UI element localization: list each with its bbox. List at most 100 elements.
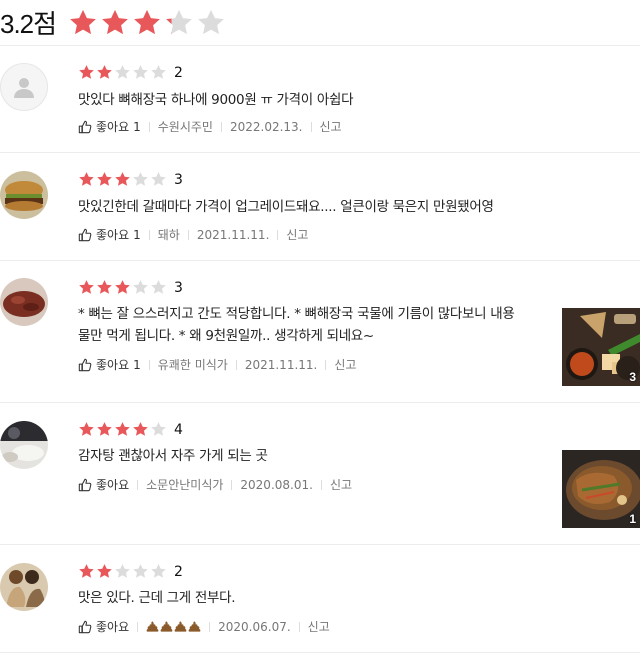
- star-icon: [132, 171, 149, 188]
- avatar[interactable]: [0, 278, 48, 326]
- review-text: 맛있긴한데 갈때마다 가격이 업그레이드돼요.... 얼큰이랑 묵은지 만원됐어…: [78, 196, 494, 218]
- review-stars: 3: [78, 279, 183, 296]
- author-name[interactable]: 유쾌한 미식가: [158, 356, 228, 373]
- star-icon: [132, 421, 149, 438]
- avatar[interactable]: [0, 563, 48, 611]
- review-stars: 3: [78, 171, 183, 188]
- average-score: 3.2점: [0, 9, 57, 39]
- review-date: 2020.08.01.: [240, 477, 313, 492]
- star-icon: [150, 171, 167, 188]
- author-name[interactable]: 수원시주민: [158, 118, 213, 135]
- review-text: 맛은 있다. 근데 그게 전부다.: [78, 587, 236, 609]
- like-count: 1: [133, 119, 141, 134]
- divider: [209, 621, 211, 632]
- avatar[interactable]: [0, 171, 48, 219]
- default-avatar[interactable]: [0, 63, 48, 111]
- like-button[interactable]: 좋아요 1: [78, 356, 141, 373]
- user-silhouette-icon: [14, 78, 34, 98]
- star-icon: [78, 421, 95, 438]
- star-icon: [78, 64, 95, 81]
- review-text: * 뼈는 잘 으스러지고 간도 적당합니다. * 뼈해장국 국물에 기름이 많다…: [78, 303, 515, 347]
- star-icon: [114, 563, 131, 580]
- star-icon: [132, 64, 149, 81]
- star-icon: [78, 279, 95, 296]
- review-date: 2020.06.07.: [218, 619, 291, 634]
- star-icon: [96, 64, 113, 81]
- divider: [277, 229, 279, 240]
- poop-icon: [174, 620, 187, 632]
- review-line: 맛있다 뼈해장국 하나에 9000원 ㅠ 가격이 아쉽다: [78, 92, 354, 108]
- rating-value: 3: [174, 171, 183, 188]
- author-name-emoji[interactable]: [146, 620, 201, 633]
- like-button[interactable]: 좋아요: [78, 476, 129, 493]
- review-date: 2021.11.11.: [244, 357, 318, 372]
- divider: [298, 621, 300, 632]
- review-photo[interactable]: 1: [562, 450, 640, 528]
- meat-photo-icon: [0, 278, 48, 326]
- review-text: 맛있다 뼈해장국 하나에 9000원 ㅠ 가격이 아쉽다: [78, 89, 354, 111]
- review-stars: 2: [78, 64, 183, 81]
- divider: [231, 479, 233, 490]
- star-icon: [132, 563, 149, 580]
- report-link[interactable]: 신고: [308, 618, 330, 635]
- review-meta: 좋아요 소문안난미식가 2020.08.01. 신고: [78, 476, 352, 493]
- report-link[interactable]: 신고: [286, 226, 308, 243]
- thumbs-up-icon: [78, 228, 92, 241]
- poop-icon: [188, 620, 201, 632]
- star-icon: [150, 421, 167, 438]
- photo-count: 1: [629, 512, 636, 526]
- report-link[interactable]: 신고: [320, 118, 342, 135]
- star-icon: [100, 8, 130, 38]
- review-meta: 좋아요 1 유쾌한 미식가 2021.11.11. 신고: [78, 356, 356, 373]
- star-icon: [114, 279, 131, 296]
- rating-value: 4: [174, 421, 183, 438]
- review-photo[interactable]: 3: [562, 308, 640, 386]
- rating-value: 2: [174, 563, 183, 580]
- report-link[interactable]: 신고: [330, 476, 352, 493]
- thumbs-up-icon: [78, 358, 92, 371]
- like-button[interactable]: 좋아요 1: [78, 226, 141, 243]
- divider: [320, 479, 322, 490]
- star-icon: [114, 171, 131, 188]
- star-icon: [132, 8, 162, 38]
- star-icon: [96, 563, 113, 580]
- like-label: 좋아요: [96, 478, 130, 492]
- rating-value: 3: [174, 279, 183, 296]
- people-photo-icon: [0, 563, 48, 611]
- review-line: 감자탕 괜찮아서 자주 가게 되는 곳: [78, 448, 268, 464]
- report-link[interactable]: 신고: [334, 356, 356, 373]
- star-icon: [96, 171, 113, 188]
- thumbs-up-icon: [78, 620, 92, 633]
- review-line: * 뼈는 잘 으스러지고 간도 적당합니다. * 뼈해장국 국물에 기름이 많다…: [78, 306, 515, 322]
- star-icon: [196, 8, 226, 38]
- divider: [220, 121, 222, 132]
- star-icon: [68, 8, 98, 38]
- like-button[interactable]: 좋아요: [78, 618, 129, 635]
- review-item: 2 맛은 있다. 근데 그게 전부다. 좋아요 2020.06.07. 신고: [0, 545, 640, 653]
- thumbs-up-icon: [78, 478, 92, 491]
- star-icon: [114, 421, 131, 438]
- review-item: 3 맛있긴한데 갈때마다 가격이 업그레이드돼요.... 얼큰이랑 묵은지 만원…: [0, 153, 640, 261]
- like-button[interactable]: 좋아요 1: [78, 118, 141, 135]
- avatar[interactable]: [0, 421, 48, 469]
- divider: [325, 359, 327, 370]
- thumbs-up-icon: [78, 120, 92, 133]
- review-meta: 좋아요 1 수원시주민 2022.02.13. 신고: [78, 118, 342, 135]
- star-icon: [78, 171, 95, 188]
- like-label: 좋아요: [96, 228, 130, 242]
- star-icon: [78, 563, 95, 580]
- author-name[interactable]: 소문안난미식가: [146, 476, 223, 493]
- review-text: 감자탕 괜찮아서 자주 가게 되는 곳: [78, 445, 268, 467]
- review-line: 맛은 있다. 근데 그게 전부다.: [78, 590, 236, 606]
- author-name[interactable]: 돼하: [158, 226, 180, 243]
- review-line: 물만 먹게 됩니다. * 왜 9천원일까.. 생각하게 되네요~: [78, 328, 374, 344]
- star-icon: [114, 64, 131, 81]
- average-stars: [68, 8, 226, 38]
- review-stars: 4: [78, 421, 183, 438]
- table-photo-icon: [0, 421, 48, 469]
- review-meta: 좋아요 1 돼하 2021.11.11. 신고: [78, 226, 308, 243]
- divider: [310, 121, 312, 132]
- like-label: 좋아요: [96, 120, 130, 134]
- like-count: 1: [133, 357, 141, 372]
- rating-summary: 3.2점: [0, 0, 640, 46]
